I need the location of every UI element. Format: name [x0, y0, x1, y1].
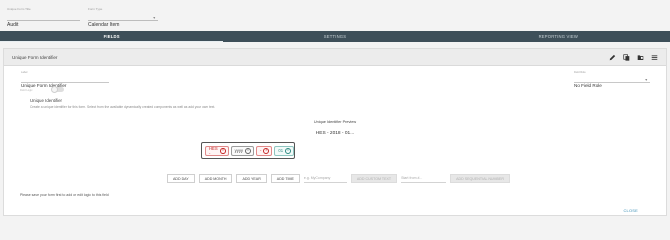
tab-reporting-view[interactable]: REPORTING VIEW — [447, 31, 670, 42]
field-logic-toggle[interactable] — [51, 86, 64, 93]
identifier-chip[interactable]: yyyy × — [230, 145, 254, 156]
remove-chip-icon[interactable]: × — [245, 147, 251, 154]
folder-icon[interactable] — [636, 53, 644, 61]
unique-identifier-description: Create a unique identifier for this form… — [30, 105, 216, 109]
form-type-value: Calendar Item — [88, 22, 120, 28]
chip-label: HES - — [209, 145, 218, 156]
field-role-select[interactable]: Field Role No Field Role ▼ — [574, 71, 650, 88]
close-button[interactable]: CLOSE — [623, 208, 638, 213]
field-logic-label: Field Logic — [20, 89, 33, 92]
add-month-button[interactable]: ADD MONTH — [198, 174, 233, 183]
preview-label: Unique Identifier Preview — [313, 120, 357, 124]
identifier-components-box: HES - × yyyy × - × 01 × — [201, 142, 295, 159]
chip-label: yyyy — [234, 148, 243, 153]
remove-chip-icon[interactable]: × — [263, 147, 270, 154]
chip-label: 01 — [278, 148, 284, 153]
add-sequential-number-button[interactable]: ADD SEQUENTIAL NUMBER — [450, 174, 510, 183]
field-role-value: No Field Role — [574, 83, 602, 88]
save-note: Please save your form first to add or ed… — [20, 193, 109, 197]
menu-icon[interactable] — [650, 53, 658, 61]
field-card-header[interactable]: Unique Form Identifier — [4, 49, 666, 66]
identifier-chip[interactable]: 01 × — [274, 145, 295, 156]
add-custom-text-button[interactable]: ADD CUSTOM TEXT — [350, 174, 398, 183]
remove-chip-icon[interactable]: × — [220, 147, 226, 154]
field-label-input[interactable]: Label Unique Form Identifier — [21, 71, 109, 88]
tab-fields[interactable]: FIELDS — [0, 31, 224, 42]
identifier-chip[interactable]: HES - × — [205, 145, 229, 156]
form-name-label: Unique Form Title — [7, 7, 31, 11]
form-type-select[interactable]: Form Type Calendar Item ▼ — [88, 7, 158, 28]
pencil-icon[interactable] — [608, 53, 616, 61]
field-role-caption: Field Role — [574, 71, 586, 74]
field-label-caption: Label — [21, 71, 28, 74]
form-name-field[interactable]: Unique Form Title Audit — [7, 7, 80, 28]
add-year-button[interactable]: ADD YEAR — [236, 174, 267, 183]
copy-icon[interactable] — [622, 53, 630, 61]
preview-value: HES - 2018 - 01... — [315, 131, 355, 136]
field-card-title: Unique Form Identifier — [12, 55, 58, 60]
form-type-label: Form Type — [88, 7, 103, 11]
form-name-value: Audit — [7, 22, 19, 28]
start-number-input[interactable]: Start from #... — [401, 174, 447, 183]
tab-bar: FIELDS SETTINGS REPORTING VIEW — [0, 31, 670, 42]
identifier-chip[interactable]: - × — [256, 145, 273, 156]
field-card-actions — [608, 53, 658, 61]
field-card: Unique Form Identifier Label Unique Form… — [3, 48, 667, 216]
form-builder-page: Unique Form Title Audit Form Type Calend… — [0, 0, 670, 216]
add-time-button[interactable]: ADD TIME — [270, 174, 300, 183]
identifier-actions: ADD DAY ADD MONTH ADD YEAR ADD TIME e.g.… — [167, 174, 510, 183]
add-day-button[interactable]: ADD DAY — [167, 174, 195, 183]
tab-settings[interactable]: SETTINGS — [223, 31, 446, 42]
custom-text-input[interactable]: e.g. MyCompany — [303, 174, 347, 183]
unique-identifier-title: Unique Identifier — [30, 98, 62, 103]
toggle-knob — [51, 86, 58, 93]
chip-label: - — [260, 148, 262, 153]
remove-chip-icon[interactable]: × — [285, 147, 292, 154]
